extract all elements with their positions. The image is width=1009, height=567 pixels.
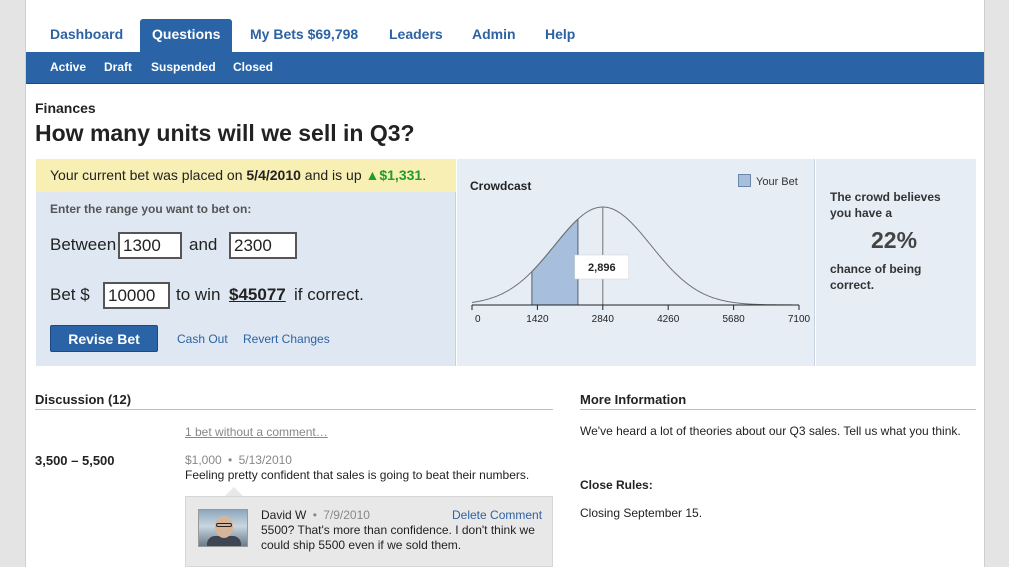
- marker-value-label: 2,896: [588, 262, 616, 274]
- question-category: Finances: [35, 100, 96, 116]
- distribution-chart: 0 1420 2840 4260 5680 7100 2,896: [471, 206, 811, 325]
- notice-prefix: Your current bet was placed on: [50, 167, 243, 183]
- more-info-heading: More Information: [580, 392, 976, 410]
- reply-author: David W: [261, 508, 307, 522]
- tab-questions[interactable]: Questions: [140, 19, 233, 52]
- crowdcast-chart-panel: Crowdcast Your Bet 0 1420 2840 4260 5680 7100…: [457, 159, 815, 366]
- meta-bullet: •: [228, 453, 233, 467]
- reply-date: 7/9/2010: [323, 508, 370, 522]
- bet-panel: Your current bet was placed on 5/4/2010 …: [36, 159, 456, 366]
- x-tick-label-3: 4260: [657, 314, 680, 325]
- subnav-closed[interactable]: Closed: [233, 52, 273, 83]
- tab-my-bets[interactable]: My Bets $69,798: [238, 19, 370, 52]
- cash-out-link[interactable]: Cash Out: [177, 332, 228, 346]
- to-win-label: to win: [176, 285, 221, 304]
- tab-leaders[interactable]: Leaders: [377, 19, 455, 52]
- avatar-face: [215, 516, 233, 538]
- revert-changes-link[interactable]: Revert Changes: [243, 332, 330, 346]
- close-rules-label: Close Rules:: [580, 478, 653, 492]
- avatar: [198, 509, 248, 547]
- reply-meta: David W • 7/9/2010: [261, 508, 370, 522]
- tab-help[interactable]: Help: [533, 19, 587, 52]
- tab-admin[interactable]: Admin: [460, 19, 528, 52]
- x-tick-label-4: 5680: [722, 314, 745, 325]
- distribution-curve: [471, 206, 799, 306]
- x-tick-label-0: 0: [475, 314, 481, 325]
- x-tick-label-1: 1420: [526, 314, 549, 325]
- odds-value: 22%: [871, 227, 918, 253]
- bet-amount-input[interactable]: 10000: [103, 282, 170, 309]
- bet-gain: ▲$1,331: [365, 167, 423, 183]
- tab-dashboard[interactable]: Dashboard: [38, 19, 135, 52]
- reply-comment: David W • 7/9/2010 Delete Comment 5500? …: [185, 496, 553, 567]
- reply-text-line1: 5500? That's more than confidence. I don…: [261, 523, 535, 537]
- win-amount: $45077: [229, 285, 286, 304]
- avatar-glasses: [216, 523, 232, 527]
- range-prompt: Enter the range you want to bet on:: [50, 202, 252, 216]
- your-bet-area: [531, 218, 579, 306]
- if-correct-label: if correct.: [294, 285, 364, 304]
- odds-text-top: The crowd believes you have a: [830, 190, 941, 220]
- between-label: Between: [50, 235, 117, 254]
- range-low-input[interactable]: 1300: [118, 232, 182, 259]
- discussion-heading: Discussion (12): [35, 392, 553, 410]
- and-label: and: [189, 235, 218, 254]
- delete-comment-link[interactable]: Delete Comment: [452, 508, 542, 522]
- bet-meta: $1,000 • 5/13/2010: [185, 453, 292, 467]
- subnav-suspended[interactable]: Suspended: [151, 52, 216, 83]
- page-title: How many units will we sell in Q3?: [35, 120, 415, 146]
- subnav-draft[interactable]: Draft: [104, 52, 132, 83]
- page: Dashboard Questions My Bets $69,798 Lead…: [25, 0, 985, 567]
- notice-mid: and is up: [304, 167, 362, 183]
- comment-pointer: [225, 487, 243, 496]
- bet-date: 5/13/2010: [238, 453, 292, 467]
- bet-amount: $1,000: [185, 453, 222, 467]
- odds-text-bottom: chance of being correct.: [830, 262, 922, 292]
- subnav-active[interactable]: Active: [50, 52, 86, 83]
- bet-status-notice: Your current bet was placed on 5/4/2010 …: [36, 159, 456, 192]
- notice-end: .: [422, 167, 427, 183]
- reply-bullet: •: [312, 508, 317, 522]
- close-rules-text: Closing September 15.: [580, 506, 703, 520]
- bet-amount-label: Bet $: [50, 285, 90, 304]
- main-tabs: Dashboard Questions My Bets $69,798 Lead…: [26, 0, 984, 52]
- bet-range: 3,500 – 5,500: [35, 453, 115, 468]
- bet-comment: Feeling pretty confident that sales is g…: [185, 468, 530, 482]
- revise-bet-button[interactable]: Revise Bet: [50, 325, 158, 352]
- sub-navigation: Active Draft Suspended Closed: [26, 52, 984, 84]
- more-info-text: We've heard a lot of theories about our …: [580, 424, 961, 438]
- x-tick-label-5: 7100: [788, 314, 811, 325]
- x-tick-label-2: 2840: [592, 314, 615, 325]
- reply-text-line2: could ship 5500 even if we sold them.: [261, 538, 462, 552]
- bet-placed-date: 5/4/2010: [246, 167, 301, 183]
- odds-panel: The crowd believes you have a 22% chance…: [816, 159, 976, 366]
- bets-without-comment-link[interactable]: 1 bet without a comment…: [185, 425, 328, 439]
- range-high-input[interactable]: 2300: [229, 232, 297, 259]
